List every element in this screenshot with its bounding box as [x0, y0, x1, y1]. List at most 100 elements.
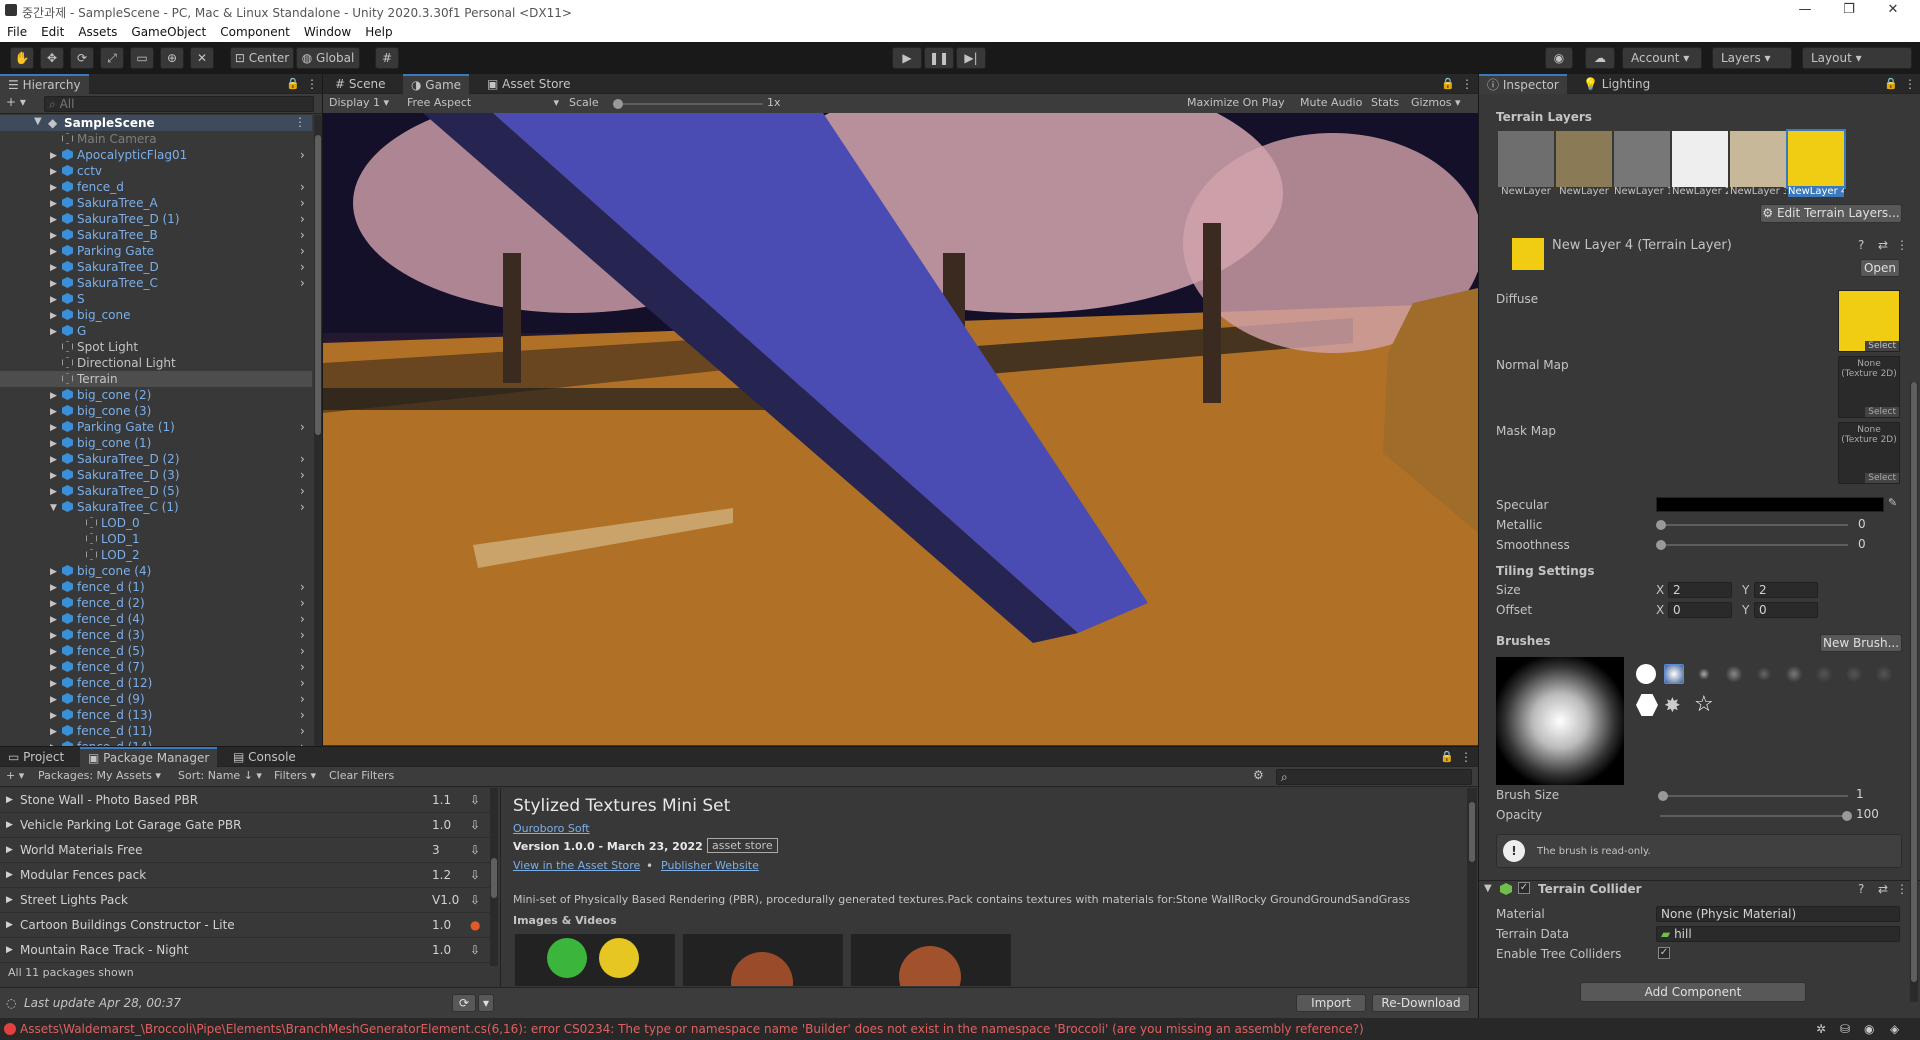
prefab-open-icon[interactable]: ›: [300, 467, 305, 483]
brush-size-value[interactable]: 1: [1852, 787, 1900, 803]
prefab-open-icon[interactable]: ›: [300, 691, 305, 707]
kebab-menu-icon[interactable]: ⋮: [306, 77, 318, 91]
terrain-layer-swatch[interactable]: [1498, 131, 1554, 187]
hierarchy-item[interactable]: ▶ SakuraTree_D (3) ›: [0, 467, 312, 483]
brush-round-hard-icon[interactable]: [1636, 664, 1656, 684]
prefab-open-icon[interactable]: ›: [300, 195, 305, 211]
settings-gear-icon[interactable]: ⚙: [1253, 768, 1264, 782]
terrain-layer-swatch[interactable]: [1614, 131, 1670, 187]
hierarchy-item[interactable]: ▶ SakuraTree_C ›: [0, 275, 312, 291]
hierarchy-item[interactable]: ▶ fence_d (13) ›: [0, 707, 312, 723]
slider-knob[interactable]: [1656, 520, 1666, 530]
expand-arrow-icon[interactable]: ▶: [50, 148, 57, 164]
display-dropdown[interactable]: Display 1 ▾: [325, 94, 403, 112]
expand-arrow-icon[interactable]: ▶: [6, 788, 13, 813]
stats-toggle[interactable]: Stats: [1367, 94, 1403, 112]
maximize-on-play-toggle[interactable]: Maximize On Play: [1183, 94, 1289, 112]
hierarchy-item[interactable]: Main Camera: [0, 131, 312, 147]
expand-arrow-icon[interactable]: ▼: [34, 116, 42, 127]
minimize-icon[interactable]: —: [1790, 2, 1820, 17]
prefab-open-icon[interactable]: ›: [300, 275, 305, 291]
opacity-slider[interactable]: [1660, 811, 1852, 821]
hierarchy-item[interactable]: ▶ SakuraTree_A ›: [0, 195, 312, 211]
prefab-open-icon[interactable]: ›: [300, 739, 305, 746]
expand-arrow-icon[interactable]: ▶: [50, 404, 57, 420]
scale-tool-icon[interactable]: ⤢: [100, 47, 124, 69]
expand-arrow-icon[interactable]: ▶: [6, 938, 13, 963]
expand-arrow-icon[interactable]: ▶: [50, 564, 57, 580]
import-button[interactable]: Import: [1296, 994, 1366, 1012]
inspector-scrollbar[interactable]: [1910, 382, 1918, 1002]
expand-arrow-icon[interactable]: ▶: [50, 228, 57, 244]
hierarchy-item[interactable]: ▶ S: [0, 291, 312, 307]
hierarchy-item[interactable]: ▶ fence_d (7) ›: [0, 659, 312, 675]
sort-dropdown[interactable]: Sort: Name ↓ ▾: [174, 767, 266, 785]
select-button[interactable]: Select: [1865, 407, 1899, 417]
scene-menu-icon[interactable]: ⋮: [294, 115, 306, 129]
scrollbar-thumb[interactable]: [315, 135, 321, 435]
hierarchy-item[interactable]: ▶ fence_d (14) ›: [0, 739, 312, 746]
step-button[interactable]: ▶|: [956, 47, 986, 69]
prefab-open-icon[interactable]: ›: [300, 643, 305, 659]
add-component-button[interactable]: Add Component: [1580, 982, 1806, 1002]
brush-swirl-icon[interactable]: [1844, 664, 1864, 684]
prefab-open-icon[interactable]: ›: [300, 211, 305, 227]
package-image-thumbnail[interactable]: [515, 934, 675, 986]
console-error-message[interactable]: Assets\Waldemarst_\Broccoli\Pipe\Element…: [20, 1018, 1820, 1040]
mask-map-texture-slot[interactable]: None (Texture 2D) Select: [1838, 422, 1900, 484]
scrollbar-thumb[interactable]: [491, 858, 497, 898]
package-list-item[interactable]: ▶ Street Lights Pack V1.0 ⇩: [0, 888, 490, 913]
menu-edit[interactable]: Edit: [34, 22, 71, 39]
smoothness-slider[interactable]: [1656, 540, 1848, 550]
package-search-input[interactable]: ⌕: [1276, 769, 1472, 785]
terrain-layer-swatch[interactable]: [1786, 129, 1846, 189]
tab-package-manager[interactable]: ▣ Package Manager: [80, 747, 218, 767]
lighting-bake-icon[interactable]: ✲: [1816, 1018, 1826, 1040]
pivot-center-button[interactable]: ⊡ Center: [230, 47, 294, 69]
hierarchy-item[interactable]: ▶ big_cone (1): [0, 435, 312, 451]
expand-arrow-icon[interactable]: ▶: [6, 913, 13, 938]
expand-arrow-icon[interactable]: ▶: [50, 484, 57, 500]
code-debug-icon[interactable]: ◉: [1864, 1018, 1874, 1040]
help-icon[interactable]: ?: [1858, 238, 1864, 252]
brush-star-icon[interactable]: ☆: [1694, 692, 1714, 717]
prefab-open-icon[interactable]: ›: [300, 147, 305, 163]
scale-slider[interactable]: [613, 99, 763, 109]
collab-icon[interactable]: ◉: [1545, 47, 1573, 69]
lock-icon[interactable]: 🔒: [1884, 77, 1898, 90]
lock-icon[interactable]: 🔒: [1440, 750, 1454, 763]
prefab-open-icon[interactable]: ›: [300, 499, 305, 515]
select-button[interactable]: Select: [1865, 341, 1899, 351]
size-x-input[interactable]: 2: [1668, 582, 1732, 598]
new-brush-button[interactable]: New Brush...: [1820, 634, 1902, 652]
layout-dropdown[interactable]: Layout ▾: [1802, 47, 1912, 69]
rotate-tool-icon[interactable]: ⟳: [70, 47, 94, 69]
tab-project[interactable]: ▭ Project: [0, 747, 72, 767]
expand-arrow-icon[interactable]: ▶: [50, 468, 57, 484]
brush-noise-icon[interactable]: [1724, 664, 1744, 684]
brush-leaf-icon[interactable]: [1784, 664, 1804, 684]
pause-button[interactable]: ❚❚: [924, 47, 954, 69]
hierarchy-item[interactable]: ▶ fence_d (11) ›: [0, 723, 312, 739]
scrollbar-thumb[interactable]: [1469, 802, 1475, 862]
hierarchy-item[interactable]: ▶ fence_d (3) ›: [0, 627, 312, 643]
prefab-open-icon[interactable]: ›: [300, 179, 305, 195]
kebab-menu-icon[interactable]: ⋮: [1461, 77, 1473, 91]
lock-icon[interactable]: 🔒: [1441, 77, 1455, 90]
specular-color-field[interactable]: [1656, 497, 1884, 512]
open-button[interactable]: Open: [1860, 259, 1900, 277]
brush-round-soft-icon[interactable]: [1664, 664, 1684, 684]
expand-arrow-icon[interactable]: ▶: [50, 660, 57, 676]
hierarchy-item[interactable]: ▶ big_cone: [0, 307, 312, 323]
brush-star-burst-icon[interactable]: ✸: [1664, 693, 1681, 717]
package-image-thumbnail[interactable]: [683, 934, 843, 986]
hierarchy-search-input[interactable]: ⌕ All: [44, 96, 314, 112]
expand-arrow-icon[interactable]: ▶: [50, 164, 57, 180]
preset-icon[interactable]: ⇄: [1878, 238, 1888, 252]
prefab-open-icon[interactable]: ›: [300, 675, 305, 691]
expand-arrow-icon[interactable]: ▶: [50, 612, 57, 628]
hierarchy-item[interactable]: ▶ big_cone (3): [0, 403, 312, 419]
hierarchy-item[interactable]: ▶ fence_d (5) ›: [0, 643, 312, 659]
prefab-open-icon[interactable]: ›: [300, 595, 305, 611]
hierarchy-item[interactable]: Directional Light: [0, 355, 312, 371]
